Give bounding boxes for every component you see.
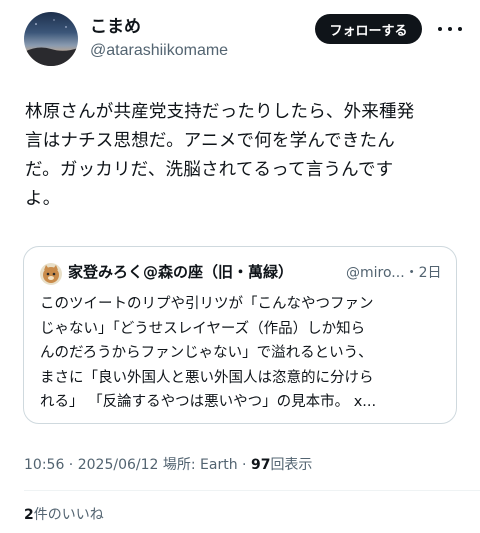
quote-line: れる」 「反論するやつは悪いやつ」の見本市。 x... [40, 394, 377, 410]
quote-author-meta: @miro...・2日 [346, 265, 442, 281]
twilight-landscape-icon [24, 19, 78, 66]
tweet-text: 林原さんが共産党支持だったりしたら、外来種発 言はナチス思想だ。アニメで何を学ん… [25, 98, 465, 214]
separator: · [64, 457, 78, 473]
author-handle[interactable]: @atarashiikomame [90, 41, 228, 61]
tweet-line: よ。 [25, 189, 61, 209]
likes-summary[interactable]: 2件のいいね [24, 505, 104, 525]
quote-author-name[interactable]: 家登みろく@森の座（旧・萬緑） [68, 261, 293, 283]
quote-tweet-card[interactable]: 家登みろく@森の座（旧・萬緑） @miro...・2日 このツイートのリプや引リ… [23, 246, 457, 424]
author-display-name[interactable]: こまめ [90, 16, 141, 38]
more-dots-icon[interactable] [438, 20, 462, 38]
tweet-location: 場所: Earth [158, 457, 238, 473]
quote-line: じゃない」「どうせスレイヤーズ（作品）しか知ら [40, 320, 366, 337]
quote-line: まさに「良い外国人と悪い外国人は恣意的に分けら [40, 369, 374, 386]
author-avatar[interactable] [24, 12, 78, 66]
dot [448, 27, 452, 31]
likes-label: 件のいいね [33, 507, 104, 523]
quote-author-avatar[interactable] [40, 263, 62, 285]
tweet-time[interactable]: 10:56 [24, 457, 64, 473]
tweet-line: 林原さんが共産党支持だったりしたら、外来種発 [25, 102, 415, 122]
cat-avatar-icon [43, 265, 59, 283]
follow-button[interactable]: フォローする [315, 14, 422, 44]
view-count: 97 [250, 457, 271, 473]
dot [438, 27, 442, 31]
tweet-metadata: 10:56 · 2025/06/12 場所: Earth · 97回表示 [24, 455, 312, 475]
divider [24, 490, 480, 491]
tweet-detail: こまめ @atarashiikomame フォローする 林原さんが共産党支持だっ… [0, 0, 480, 533]
tweet-line: だ。ガッカリだ、洗脳されてるって言うんです [25, 160, 394, 180]
quote-line: んのだろうからファンじゃない」で溢れるという、 [40, 345, 373, 361]
tweet-line: 言はナチス思想だ。アニメで何を学んできたん [25, 131, 395, 151]
view-label: 回表示 [270, 457, 313, 473]
likes-count: 2 [24, 507, 34, 523]
tweet-date[interactable]: 2025/06/12 [78, 457, 159, 473]
dot [458, 27, 462, 31]
separator: · [237, 457, 251, 473]
quote-text: このツイートのリプや引リツが「こんなやつファン じゃない」「どうせスレイヤーズ（… [40, 292, 450, 415]
quote-line: このツイートのリプや引リツが「こんなやつファン [40, 296, 374, 312]
